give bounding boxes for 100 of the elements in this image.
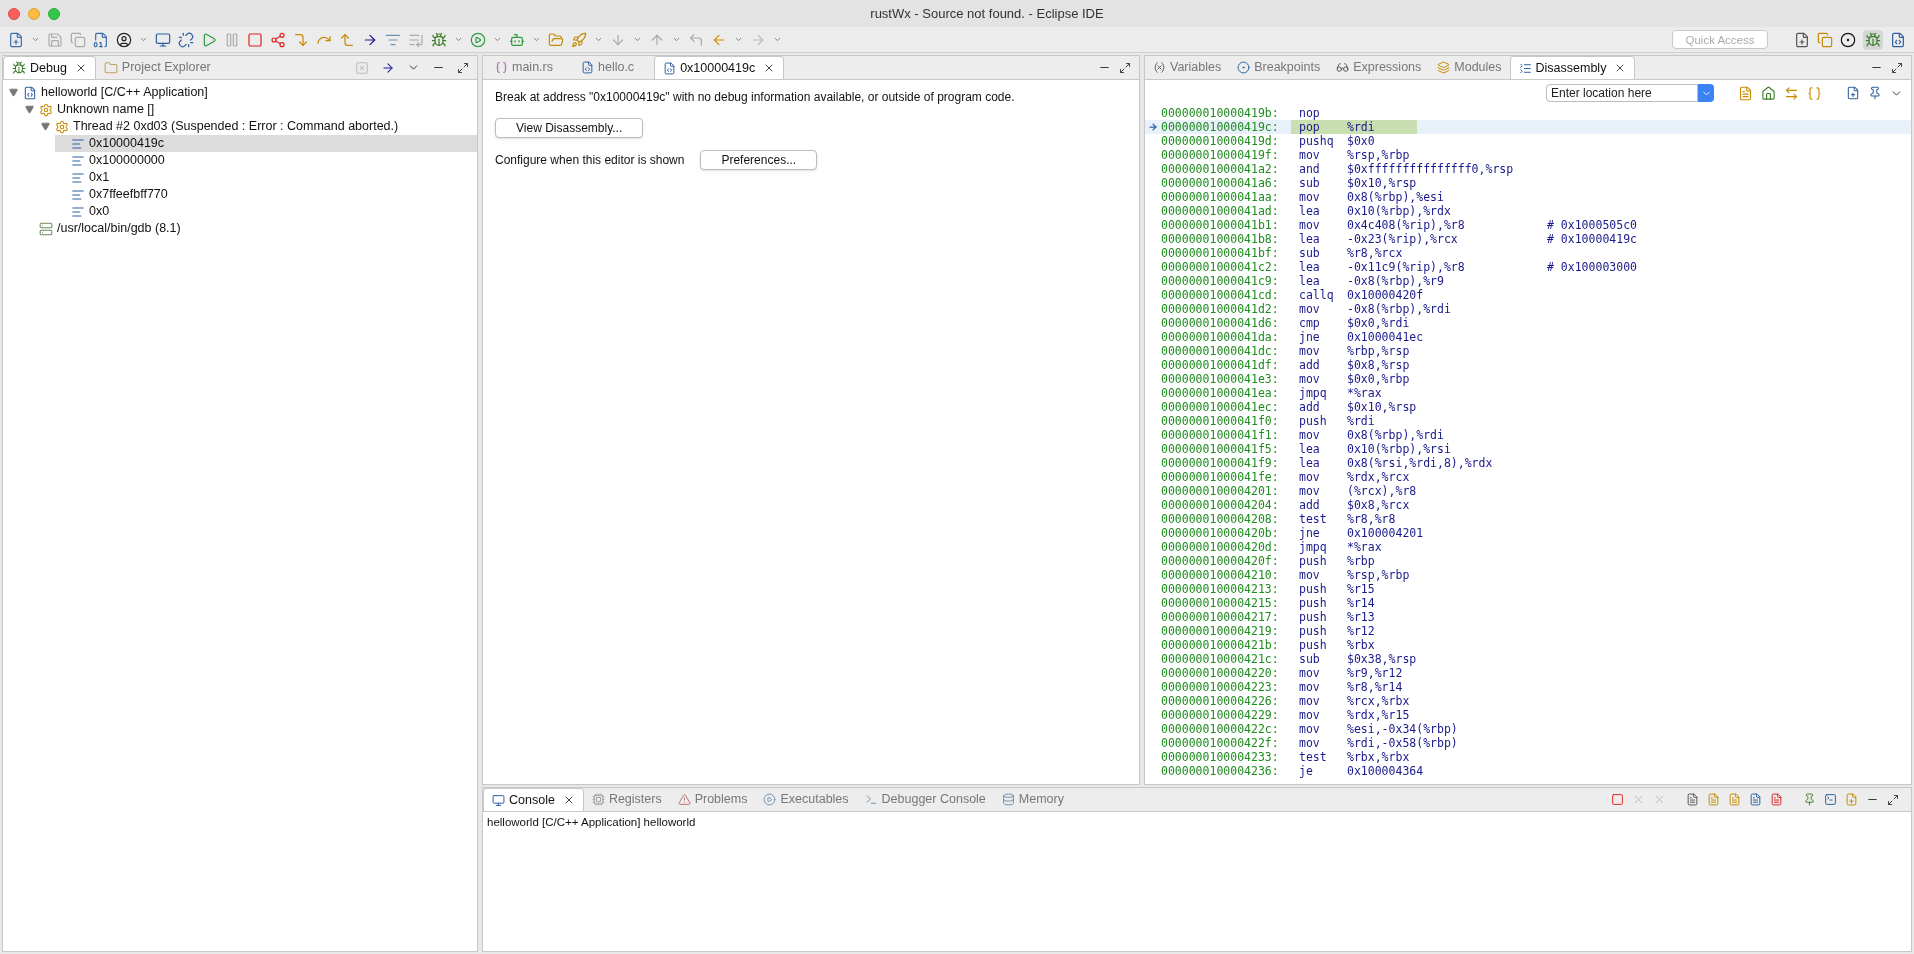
maximize-icon[interactable] (1887, 793, 1899, 806)
tree-item[interactable]: 0x7ffeefbff770 (55, 186, 477, 203)
dropdown-caret-icon[interactable] (672, 35, 681, 44)
tree-item[interactable]: Unknown name [] (23, 101, 477, 118)
minimize-window-button[interactable] (28, 7, 40, 20)
person-icon[interactable] (116, 31, 132, 48)
link-icon[interactable] (1784, 85, 1799, 101)
terminate-icon[interactable] (247, 31, 263, 48)
dropdown-caret-icon[interactable] (139, 35, 148, 44)
disassembly-row-text: 000000010000420d: jmpq *%rax (1160, 540, 1383, 554)
view-tab[interactable]: Memory (993, 788, 1072, 811)
debug-perspective-icon[interactable] (1865, 31, 1881, 48)
registers-icon (591, 793, 605, 806)
maximize-icon[interactable] (1119, 61, 1131, 74)
debug-icon (12, 61, 26, 75)
view-tab[interactable]: Registers (583, 788, 670, 811)
dropdown-button[interactable] (1698, 84, 1714, 102)
suspend-icon[interactable] (224, 31, 240, 48)
disassembly-row-text: 00000001000041ad: lea 0x10(%rbp),%rdx (1160, 204, 1452, 218)
dropdown-caret-icon[interactable] (532, 35, 541, 44)
tree-item[interactable]: 0x10000419c (55, 135, 477, 152)
new-file-icon[interactable] (8, 31, 24, 48)
terminate-icon[interactable] (1611, 793, 1624, 806)
save-icon[interactable] (47, 31, 63, 48)
disassembly-row-text: 0000000100004226: mov %rcx,%rbx (1160, 694, 1411, 708)
debug-icon[interactable] (431, 31, 447, 48)
problems-icon (677, 793, 691, 806)
pin-icon[interactable] (1803, 793, 1816, 806)
home-icon[interactable] (1761, 85, 1776, 101)
disassembly-row-text: 0000000100004217: push %r13 (1160, 610, 1376, 624)
disassembly-row-text: 00000001000041aa: mov 0x8(%rbp),%esi (1160, 190, 1445, 204)
disassembly-row-text: 00000001000041df: add $0x8,%rsp (1160, 358, 1411, 372)
disassembly-row-text: 0000000100004215: push %r14 (1160, 596, 1376, 610)
view-tab[interactable]: Project Explorer (95, 56, 219, 79)
maximize-window-button[interactable] (48, 7, 60, 20)
run-icon[interactable] (470, 31, 486, 48)
tree-item[interactable]: 0x0 (55, 203, 477, 220)
copy-icon[interactable] (70, 31, 86, 48)
view-tab[interactable]: Variables (1145, 56, 1230, 79)
view-tab[interactable]: Expressions (1328, 56, 1430, 79)
view-tab[interactable]: Breakpoints (1229, 56, 1329, 79)
disassembly-row-text: 000000010000422c: mov %esi,-0x34(%rbp) (1160, 722, 1459, 736)
open-folder-icon[interactable] (548, 31, 564, 48)
tree-item[interactable]: 0x100000000 (55, 152, 477, 169)
dropdown-caret-icon[interactable] (734, 35, 743, 44)
maximize-icon[interactable] (457, 61, 469, 74)
binary-file-icon[interactable] (93, 31, 109, 48)
location-field[interactable]: Enter location here (1546, 84, 1698, 102)
disassembly-row-text: 000000010000421b: push %rbx (1160, 638, 1376, 652)
dropdown-caret-icon[interactable] (454, 35, 463, 44)
view-tab[interactable]: Console (483, 788, 584, 811)
step-return-icon[interactable] (339, 31, 355, 48)
disassembly-row-text: 00000001000041d6: cmp $0x0,%rdi (1160, 316, 1411, 330)
tree-item[interactable]: Thread #2 0xd03 (Suspended : Error : Command aborted.) (39, 118, 477, 135)
dropdown-caret-icon[interactable] (31, 35, 40, 44)
disassembly-row-text: 00000001000041cd: callq 0x10000420f (1160, 288, 1425, 302)
step-into-icon[interactable] (293, 31, 309, 48)
c-perspective-icon[interactable] (1890, 31, 1906, 48)
quick-access-field[interactable]: Quick Access (1672, 30, 1768, 49)
dropdown-caret-icon[interactable] (773, 35, 782, 44)
pin-icon[interactable] (1868, 86, 1882, 100)
view-tab[interactable]: 0x10000419c (654, 56, 785, 79)
view-tab[interactable]: Modules (1429, 56, 1510, 79)
last-edit-icon[interactable] (688, 31, 704, 48)
tree-item[interactable]: helloworld [C/C++ Application] (7, 84, 477, 101)
display-console-icon[interactable] (1824, 793, 1837, 806)
disassembly-row-text: 000000010000420f: push %rbp (1160, 554, 1376, 568)
close-window-button[interactable] (8, 7, 20, 20)
disassembly-row-text: 0000000100004219: push %r12 (1160, 624, 1376, 638)
monitor-icon[interactable] (155, 31, 171, 48)
tree-item[interactable]: 0x1 (55, 169, 477, 186)
tree-item[interactable]: /usr/local/bin/gdb (8.1) (23, 220, 477, 237)
dropdown-caret-icon[interactable] (493, 35, 502, 44)
console-icon (492, 793, 505, 807)
remove-launch-icon[interactable] (1632, 793, 1645, 806)
disassembly-row-text: 0000000100004229: mov %rdx,%r15 (1160, 708, 1411, 722)
disassembly-row-text: 000000010000422f: mov %rdi,-0x58(%rbp) (1160, 736, 1459, 750)
dropdown-caret-icon[interactable] (594, 35, 603, 44)
preferences-button[interactable]: Preferences... (700, 150, 818, 170)
dropdown-caret-icon[interactable] (633, 35, 642, 44)
disassembly-row-text: 00000001000041da: jne 0x1000041ec (1160, 330, 1425, 344)
rocket-icon[interactable] (571, 31, 587, 48)
unlink-icon[interactable] (178, 31, 194, 48)
disassembly-row-text: 0000000100004210: mov %rsp,%rbp (1160, 568, 1411, 582)
view-disassembly-button[interactable]: View Disassembly... (495, 118, 644, 138)
view-tab[interactable]: main.rs (487, 56, 561, 79)
remove-terminated-icon[interactable] (355, 60, 369, 75)
view-tab[interactable]: Executables (755, 788, 857, 811)
new-view-icon[interactable] (1846, 86, 1860, 100)
view-tab[interactable]: Debugger Console (856, 788, 994, 811)
resume-icon[interactable] (201, 31, 217, 48)
view-tab[interactable]: Debug (3, 56, 96, 79)
view-tab[interactable]: hello.c (573, 56, 643, 79)
view-tab[interactable]: Disassembly (1509, 56, 1636, 79)
disassembly-row-text: 000000010000419b: nop (1160, 106, 1321, 120)
remove-all-icon[interactable] (1653, 793, 1666, 806)
disassembly-row-text: 00000001000041a2: and $0xfffffffffffffff0,%rsp (1160, 162, 1515, 176)
view-tab[interactable]: Problems (669, 788, 756, 811)
maximize-icon[interactable] (1891, 61, 1903, 74)
instruction-stepping-icon[interactable] (381, 60, 395, 75)
